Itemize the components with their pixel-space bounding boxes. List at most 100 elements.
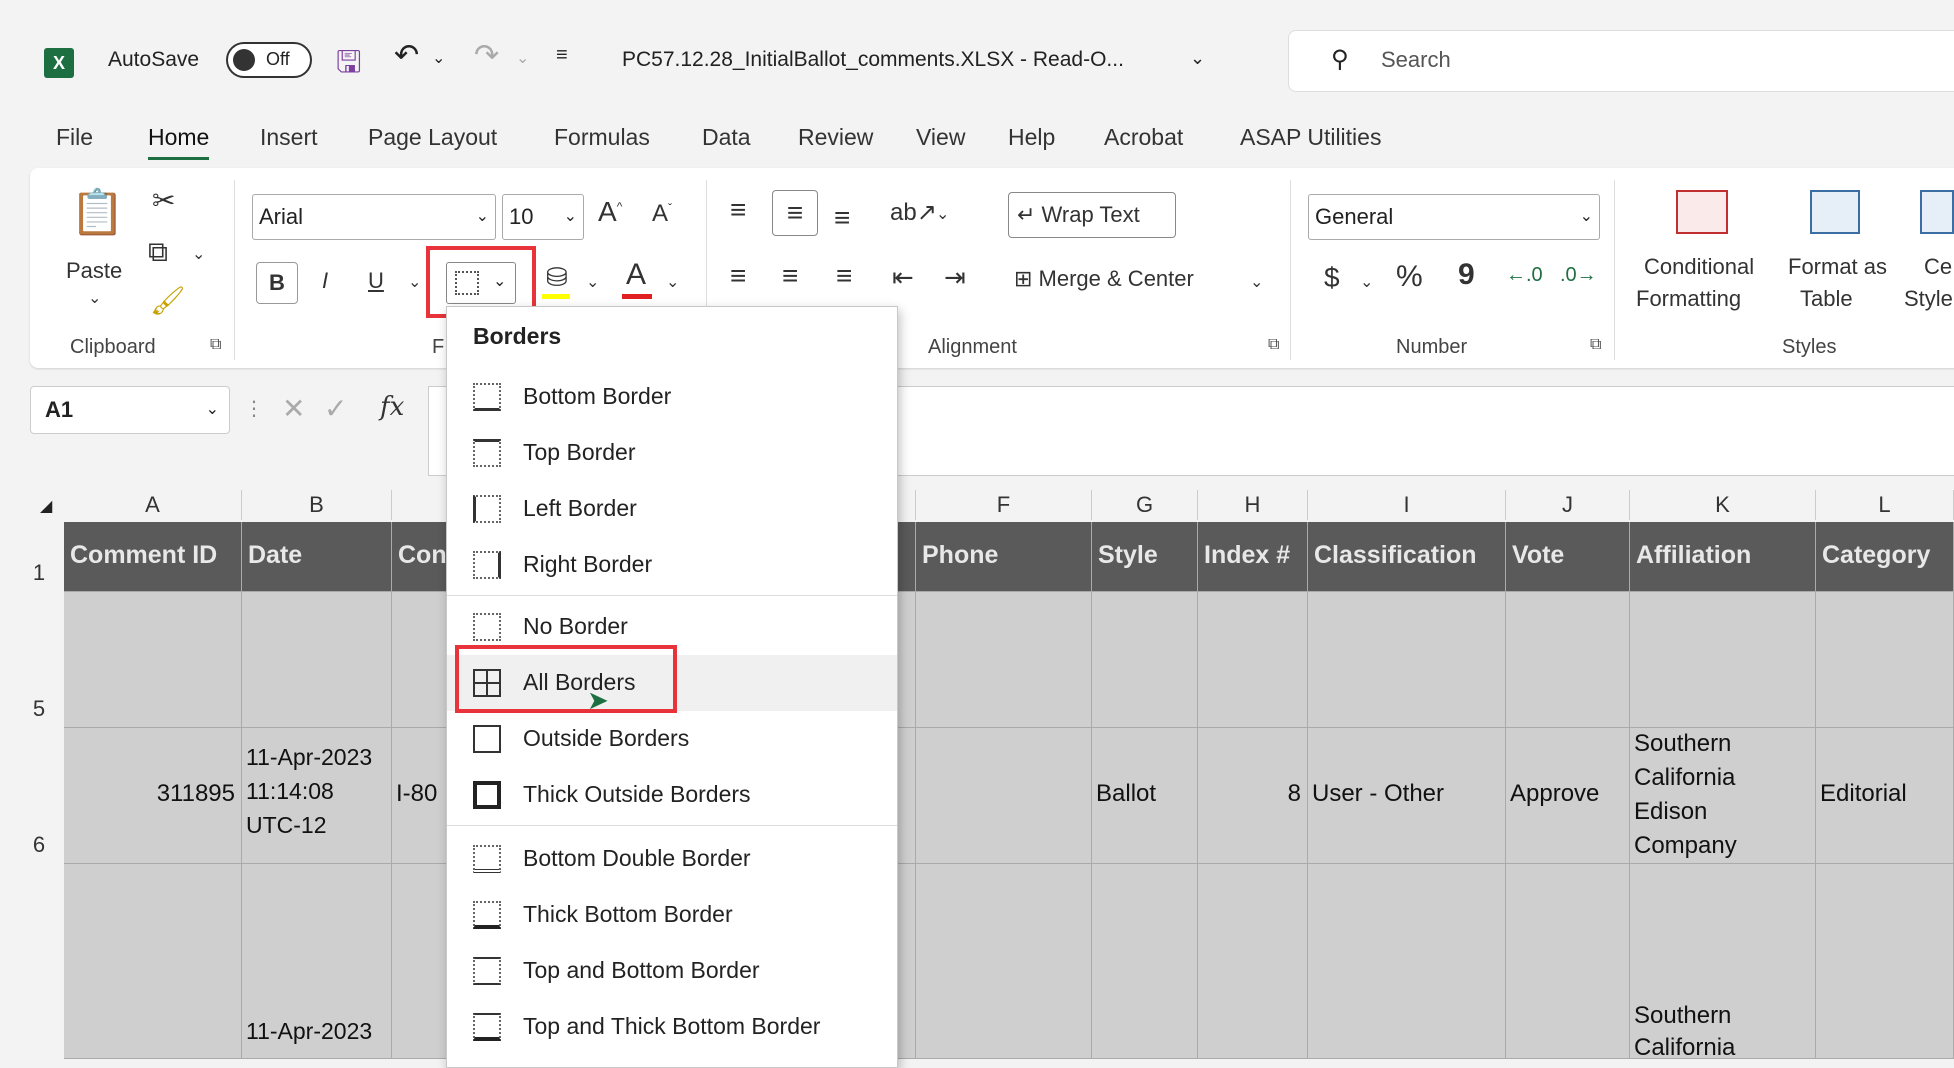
formatting-label[interactable]: Formatting [1636,286,1741,312]
menu-item-top-and-thick-bottom-border[interactable]: Top and Thick Bottom Border [447,999,897,1055]
fill-color-icon[interactable]: ⛁ [546,262,568,293]
table-cell[interactable] [1198,592,1308,728]
tab-home[interactable]: Home [148,124,210,160]
table-cell[interactable] [64,592,242,728]
redo-icon[interactable]: ↷ [474,38,499,73]
menu-item-bottom-border[interactable]: Bottom Border [447,369,897,425]
borders-button[interactable]: ⌄ [446,262,516,304]
merge-center-dropdown-icon[interactable]: ⌄ [1250,272,1263,292]
decrease-decimal-icon[interactable]: .0→ [1560,264,1597,287]
column-header-a[interactable]: A [64,490,242,520]
table-cell[interactable] [1816,864,1954,1059]
font-color-dropdown-icon[interactable]: ⌄ [666,272,679,292]
menu-item-left-border[interactable]: Left Border [447,481,897,537]
paste-label[interactable]: Paste [66,258,122,284]
table-cell[interactable] [64,864,242,1059]
undo-dropdown-icon[interactable]: ⌄ [432,48,445,68]
format-as-table-icon[interactable] [1810,190,1860,234]
table-cell[interactable] [1308,592,1506,728]
customize-toolbar-icon[interactable]: ≡ [556,44,568,67]
header-cell-vote[interactable]: Vote [1506,522,1630,592]
decrease-indent-icon[interactable]: ⇤ [892,262,914,293]
wrap-text-button[interactable]: ↵ Wrap Text [1008,192,1176,238]
save-icon[interactable]: 🖫 [336,40,362,91]
font-name-combo[interactable]: Arial ⌄ [252,194,496,240]
search-box[interactable]: ⚲ Search [1288,30,1954,92]
bottom-align-icon[interactable]: ≡ [834,202,850,234]
comma-style-button[interactable]: 9 [1458,258,1475,292]
autosave-toggle[interactable]: Off [226,42,312,78]
font-size-combo[interactable]: 10 ⌄ [502,194,584,240]
tab-page-layout[interactable]: Page Layout [368,124,497,151]
table-cell[interactable] [1506,864,1630,1059]
table-cell[interactable] [1092,864,1198,1059]
tab-view[interactable]: View [916,124,965,151]
menu-item-outside-borders[interactable]: Outside Borders [447,711,897,767]
title-dropdown-icon[interactable]: ⌄ [1190,48,1205,69]
table-cell[interactable] [1092,592,1198,728]
column-header-b[interactable]: B [242,490,392,520]
table-cell[interactable] [916,864,1092,1059]
table-cell[interactable]: 11-Apr-2023 [242,864,392,1059]
alignment-launcher-icon[interactable]: ⧉ [1268,336,1279,354]
bold-button[interactable]: B [256,262,298,304]
table-cell[interactable]: 311895 [64,728,242,864]
table-cell[interactable]: Approve [1506,728,1630,864]
top-align-icon[interactable]: ≡ [730,194,746,226]
italic-button[interactable]: I [322,268,328,294]
merge-center-button[interactable]: ⊞ Merge & Center [1014,266,1194,292]
row-header-1[interactable]: 1 [14,560,64,586]
column-header-k[interactable]: K [1630,490,1816,520]
underline-dropdown-icon[interactable]: ⌄ [408,272,421,292]
column-header-h[interactable]: H [1198,490,1308,520]
percent-button[interactable]: % [1396,260,1423,294]
tab-data[interactable]: Data [702,124,751,151]
header-cell-category[interactable]: Category [1816,522,1954,592]
orientation-icon[interactable]: ab↗ [890,198,937,227]
name-box[interactable]: A1 ⌄ [30,386,230,434]
enter-icon[interactable]: ✓ [324,392,347,425]
cell-styles-label-ce[interactable]: Ce [1924,254,1952,280]
tab-help[interactable]: Help [1008,124,1055,151]
header-cell-date[interactable]: Date [242,522,392,592]
tab-file[interactable]: File [56,124,93,151]
tab-insert[interactable]: Insert [260,124,318,151]
undo-icon[interactable]: ↶ [394,38,419,73]
font-color-icon[interactable]: A [626,258,646,292]
menu-item-right-border[interactable]: Right Border [447,537,897,593]
menu-item-thick-outside-borders[interactable]: Thick Outside Borders [447,767,897,823]
menu-item-top-border[interactable]: Top Border [447,425,897,481]
fill-color-dropdown-icon[interactable]: ⌄ [586,272,599,292]
table-cell[interactable]: Southern California Edison Company [1630,728,1816,864]
column-header-g[interactable]: G [1092,490,1198,520]
conditional-formatting-icon[interactable] [1676,190,1728,234]
cut-icon[interactable]: ✂ [152,184,175,217]
header-cell-classification[interactable]: Classification [1308,522,1506,592]
menu-item-thick-bottom-border[interactable]: Thick Bottom Border [447,887,897,943]
column-header-l[interactable]: L [1816,490,1954,520]
header-cell-comment-id[interactable]: Comment ID [64,522,242,592]
table-cell[interactable] [916,592,1092,728]
insert-function-icon[interactable]: fx [380,392,404,422]
paste-icon[interactable]: 📋 [70,186,125,238]
copy-icon[interactable]: ⧉ [148,236,168,269]
table-cell[interactable]: Editorial [1816,728,1954,864]
table-cell[interactable] [916,728,1092,864]
table-cell[interactable] [1630,592,1816,728]
middle-align-icon[interactable]: ≡ [772,190,818,236]
tab-review[interactable]: Review [798,124,873,151]
number-format-combo[interactable]: General ⌄ [1308,194,1600,240]
format-as-label[interactable]: Format as [1788,254,1887,280]
table-cell[interactable]: 8 [1198,728,1308,864]
column-header-j[interactable]: J [1506,490,1630,520]
header-cell-style[interactable]: Style [1092,522,1198,592]
table-cell[interactable]: Southern California [1630,864,1816,1059]
row-header-5[interactable]: 5 [14,696,64,722]
align-center-icon[interactable]: ≡ [782,260,798,292]
column-header-f[interactable]: F [916,490,1092,520]
currency-dropdown-icon[interactable]: ⌄ [1360,272,1373,292]
table-cell[interactable] [242,592,392,728]
underline-button[interactable]: U [368,268,384,294]
paste-dropdown-icon[interactable]: ⌄ [88,288,101,308]
currency-button[interactable]: $ [1324,262,1340,294]
